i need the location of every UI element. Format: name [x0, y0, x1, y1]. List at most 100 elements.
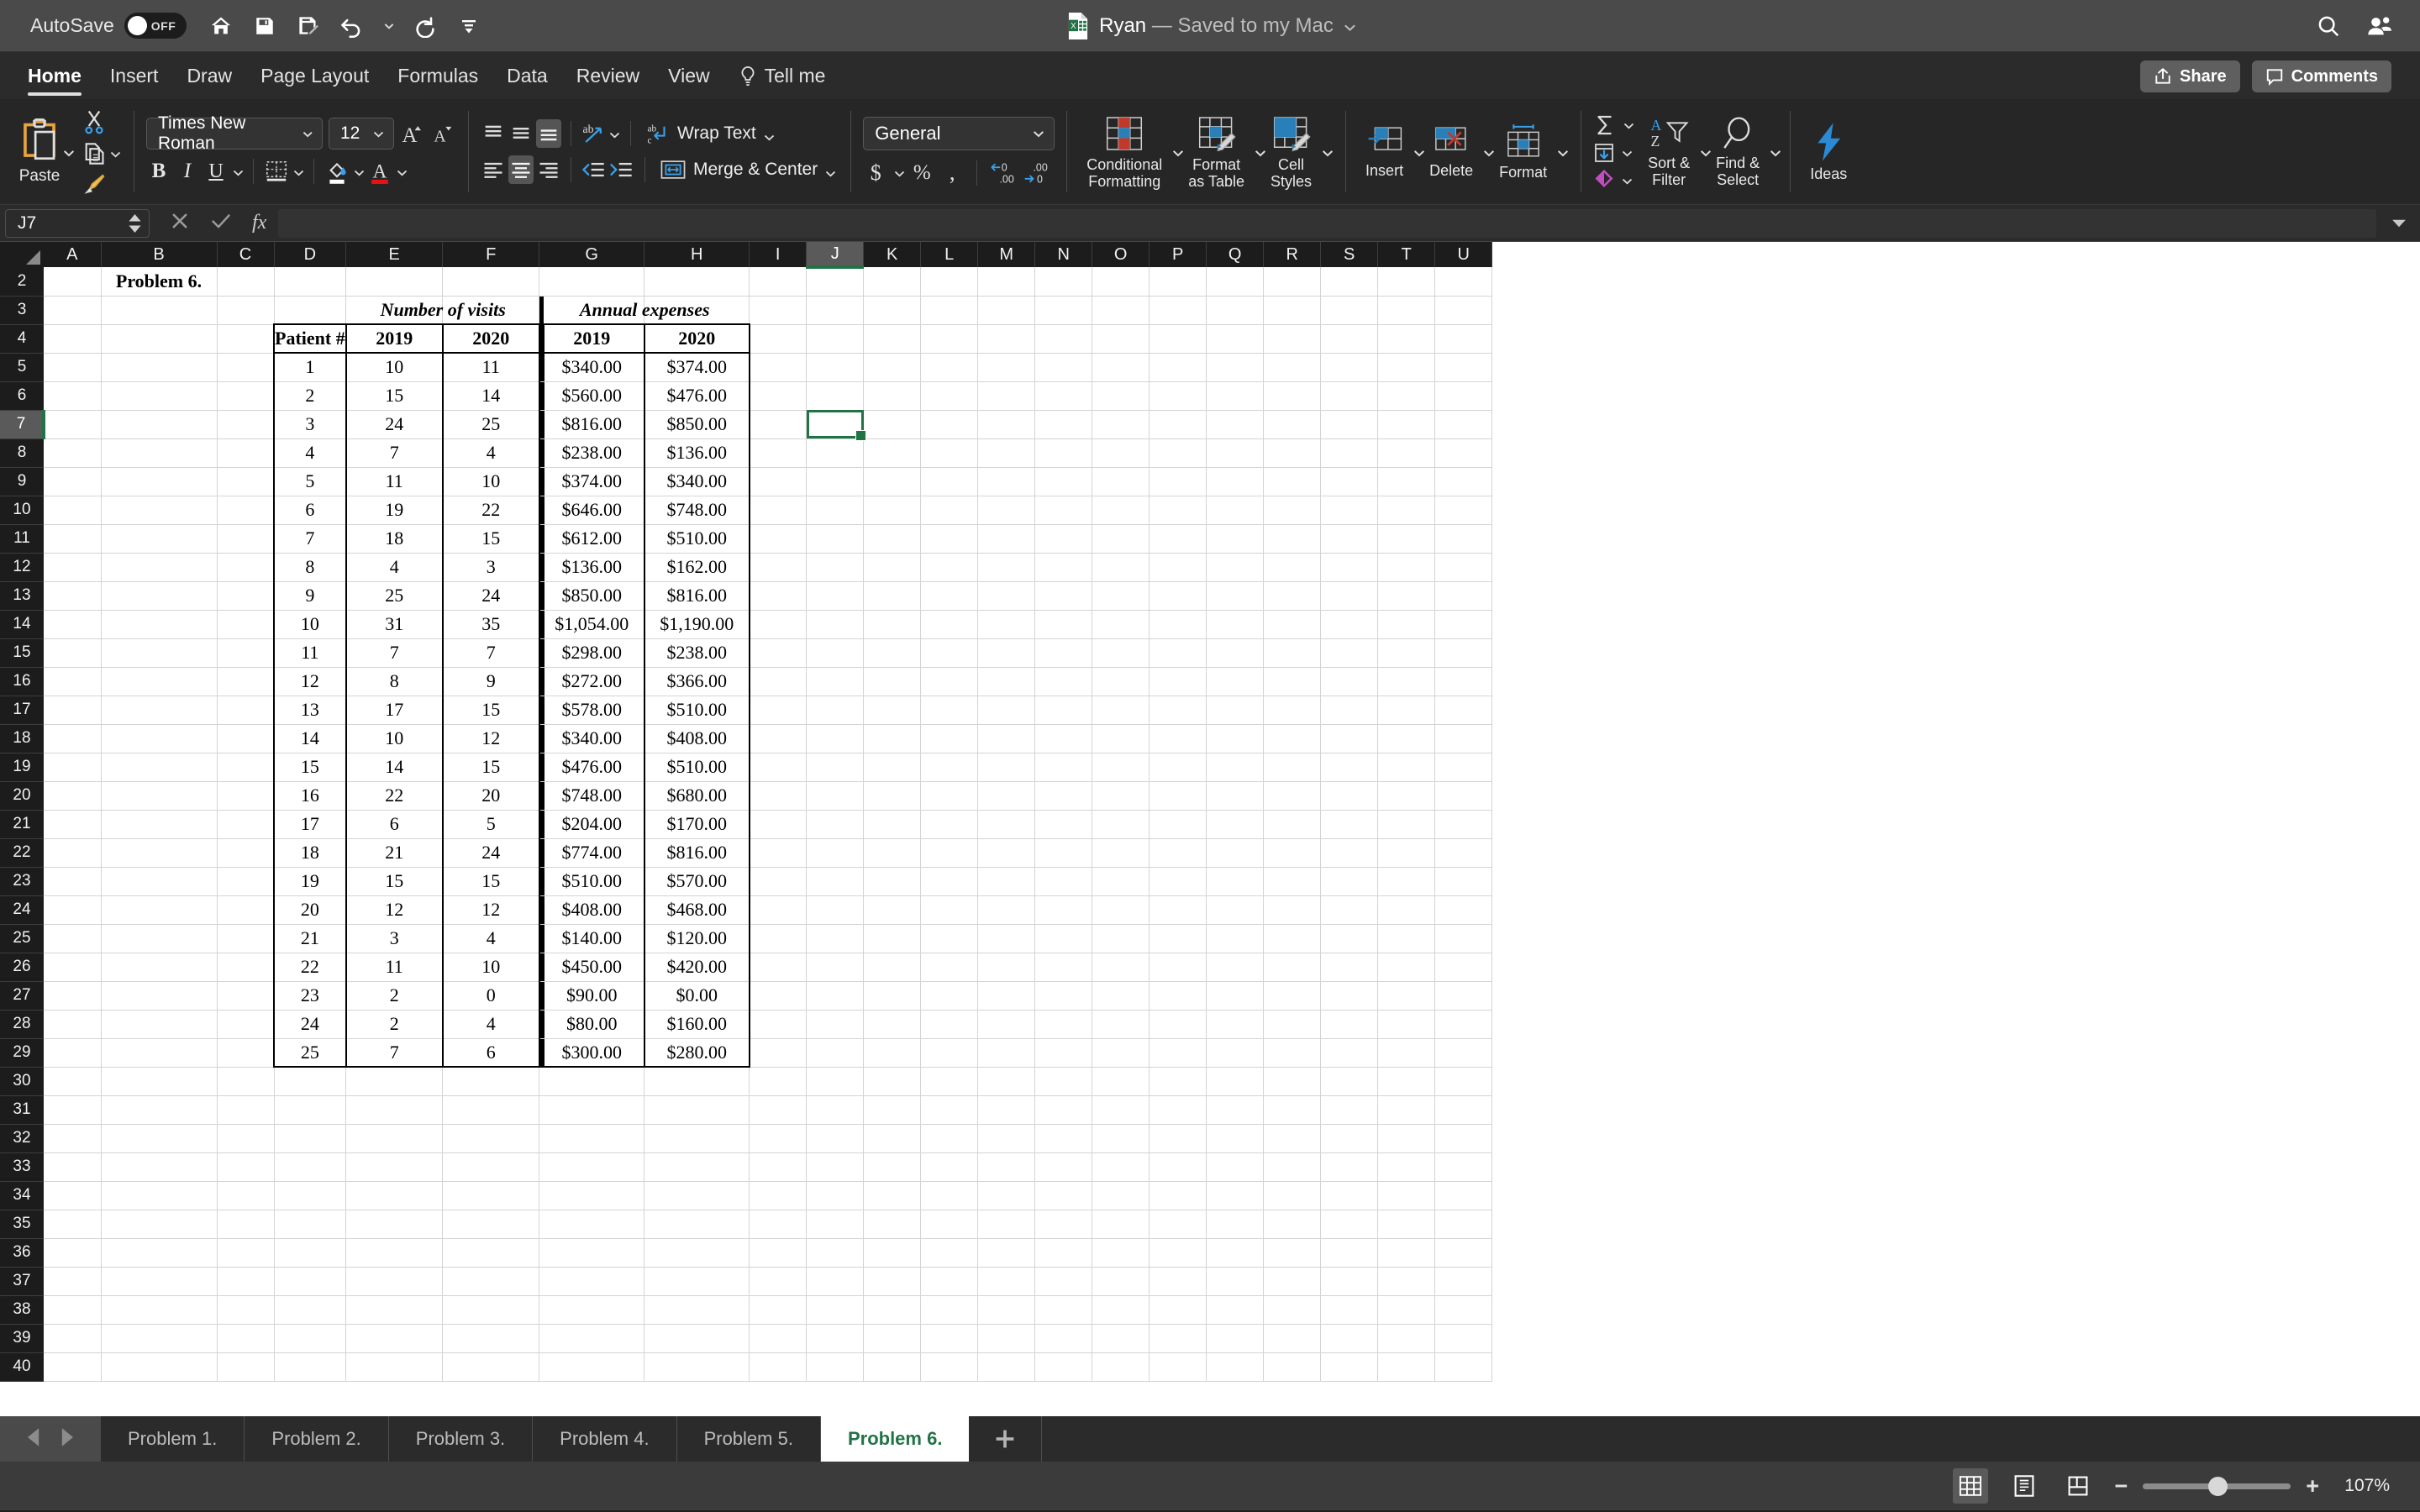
- cell-T40[interactable]: [1377, 1352, 1436, 1382]
- cell-G39[interactable]: [539, 1324, 645, 1353]
- cell-P8[interactable]: [1149, 438, 1207, 468]
- cell-Q4[interactable]: [1206, 324, 1265, 354]
- cell-R7[interactable]: [1263, 410, 1322, 439]
- column-header-C[interactable]: C: [217, 242, 275, 267]
- row-header-10[interactable]: 10: [0, 496, 44, 525]
- cell-R11[interactable]: [1263, 524, 1322, 554]
- cell-J14[interactable]: [806, 610, 865, 639]
- cell-Q9[interactable]: [1206, 467, 1265, 496]
- cell-O16[interactable]: [1092, 667, 1150, 696]
- cell-D40[interactable]: [274, 1352, 347, 1382]
- cell-B23[interactable]: [101, 867, 218, 896]
- cell-M26[interactable]: [977, 953, 1036, 982]
- cell-D17[interactable]: 13: [273, 696, 347, 725]
- cell-M20[interactable]: [977, 781, 1036, 811]
- underline-chevron-down-icon[interactable]: [232, 166, 244, 177]
- cell-B16[interactable]: [101, 667, 218, 696]
- orientation-chevron-down-icon[interactable]: [608, 129, 620, 139]
- cell-C19[interactable]: [217, 753, 275, 782]
- cell-F32[interactable]: [442, 1124, 540, 1153]
- search-icon[interactable]: [2316, 13, 2341, 39]
- cell-H13[interactable]: $816.00: [644, 581, 750, 611]
- cell-N4[interactable]: [1034, 324, 1093, 354]
- cell-C15[interactable]: [217, 638, 275, 668]
- cell-R19[interactable]: [1263, 753, 1322, 782]
- cell-I33[interactable]: [749, 1152, 808, 1182]
- cell-M6[interactable]: [977, 381, 1036, 411]
- insert-function-icon[interactable]: fx: [252, 212, 266, 234]
- cell-B36[interactable]: [101, 1238, 218, 1268]
- row-header-32[interactable]: 32: [0, 1124, 44, 1153]
- cell-B27[interactable]: [101, 981, 218, 1011]
- cell-U9[interactable]: [1434, 467, 1493, 496]
- column-header-S[interactable]: S: [1320, 242, 1379, 267]
- cell-Q16[interactable]: [1206, 667, 1265, 696]
- cell-D18[interactable]: 14: [273, 724, 347, 753]
- cell-M19[interactable]: [977, 753, 1036, 782]
- cell-C23[interactable]: [217, 867, 275, 896]
- cell-H29[interactable]: $280.00: [644, 1038, 750, 1068]
- cell-Q25[interactable]: [1206, 924, 1265, 953]
- cell-S21[interactable]: [1320, 810, 1379, 839]
- cell-B21[interactable]: [101, 810, 218, 839]
- cell-B28[interactable]: [101, 1010, 218, 1039]
- cell-U23[interactable]: [1434, 867, 1493, 896]
- cell-S12[interactable]: [1320, 553, 1379, 582]
- cell-E28[interactable]: 2: [345, 1010, 444, 1039]
- cell-A10[interactable]: [44, 496, 102, 525]
- cell-R23[interactable]: [1263, 867, 1322, 896]
- cell-O24[interactable]: [1092, 895, 1150, 925]
- cell-F14[interactable]: 35: [442, 610, 540, 639]
- column-header-J[interactable]: J: [806, 242, 865, 269]
- cell-C37[interactable]: [217, 1267, 275, 1296]
- cell-U17[interactable]: [1434, 696, 1493, 725]
- cell-B10[interactable]: [101, 496, 218, 525]
- cell-O18[interactable]: [1092, 724, 1150, 753]
- cell-J33[interactable]: [806, 1152, 865, 1182]
- cell-K11[interactable]: [863, 524, 922, 554]
- cell-B33[interactable]: [101, 1152, 218, 1182]
- name-box-spinner[interactable]: [128, 213, 142, 233]
- cell-H25[interactable]: $120.00: [644, 924, 750, 953]
- cell-U15[interactable]: [1434, 638, 1493, 668]
- cell-F16[interactable]: 9: [442, 667, 540, 696]
- cell-K32[interactable]: [863, 1124, 922, 1153]
- cell-O35[interactable]: [1092, 1210, 1150, 1239]
- cell-L2[interactable]: [920, 267, 979, 297]
- cell-L19[interactable]: [920, 753, 979, 782]
- cell-H37[interactable]: [644, 1267, 750, 1296]
- cell-U26[interactable]: [1434, 953, 1493, 982]
- cell-Q22[interactable]: [1206, 838, 1265, 868]
- normal-view-icon[interactable]: [1953, 1468, 1989, 1504]
- cell-A32[interactable]: [44, 1124, 102, 1153]
- cell-L13[interactable]: [920, 581, 979, 611]
- cell-L10[interactable]: [920, 496, 979, 525]
- row-header-27[interactable]: 27: [0, 981, 44, 1011]
- cell-K10[interactable]: [863, 496, 922, 525]
- cell-C16[interactable]: [217, 667, 275, 696]
- cell-P38[interactable]: [1149, 1295, 1207, 1325]
- cell-T38[interactable]: [1377, 1295, 1436, 1325]
- cell-N26[interactable]: [1034, 953, 1093, 982]
- cell-L4[interactable]: [920, 324, 979, 354]
- cell-H2[interactable]: [644, 267, 750, 297]
- cell-E12[interactable]: 4: [345, 553, 444, 582]
- cell-D22[interactable]: 18: [273, 838, 347, 868]
- cell-A31[interactable]: [44, 1095, 102, 1125]
- cell-H19[interactable]: $510.00: [644, 753, 750, 782]
- cell-A5[interactable]: [44, 353, 102, 382]
- delete-chevron-down-icon[interactable]: [1482, 146, 1495, 157]
- row-header-37[interactable]: 37: [0, 1267, 44, 1296]
- cell-A8[interactable]: [44, 438, 102, 468]
- cell-S19[interactable]: [1320, 753, 1379, 782]
- cell-I8[interactable]: [749, 438, 808, 468]
- cell-Q3[interactable]: [1206, 296, 1265, 325]
- cell-D21[interactable]: 17: [273, 810, 347, 839]
- cell-A40[interactable]: [44, 1352, 102, 1382]
- sort-filter-button[interactable]: A Z Sort & Filter: [1642, 116, 1696, 188]
- column-header-G[interactable]: G: [539, 242, 645, 267]
- cell-C11[interactable]: [217, 524, 275, 554]
- cell-D29[interactable]: 25: [273, 1038, 347, 1068]
- cell-A21[interactable]: [44, 810, 102, 839]
- cell-E29[interactable]: 7: [345, 1038, 444, 1068]
